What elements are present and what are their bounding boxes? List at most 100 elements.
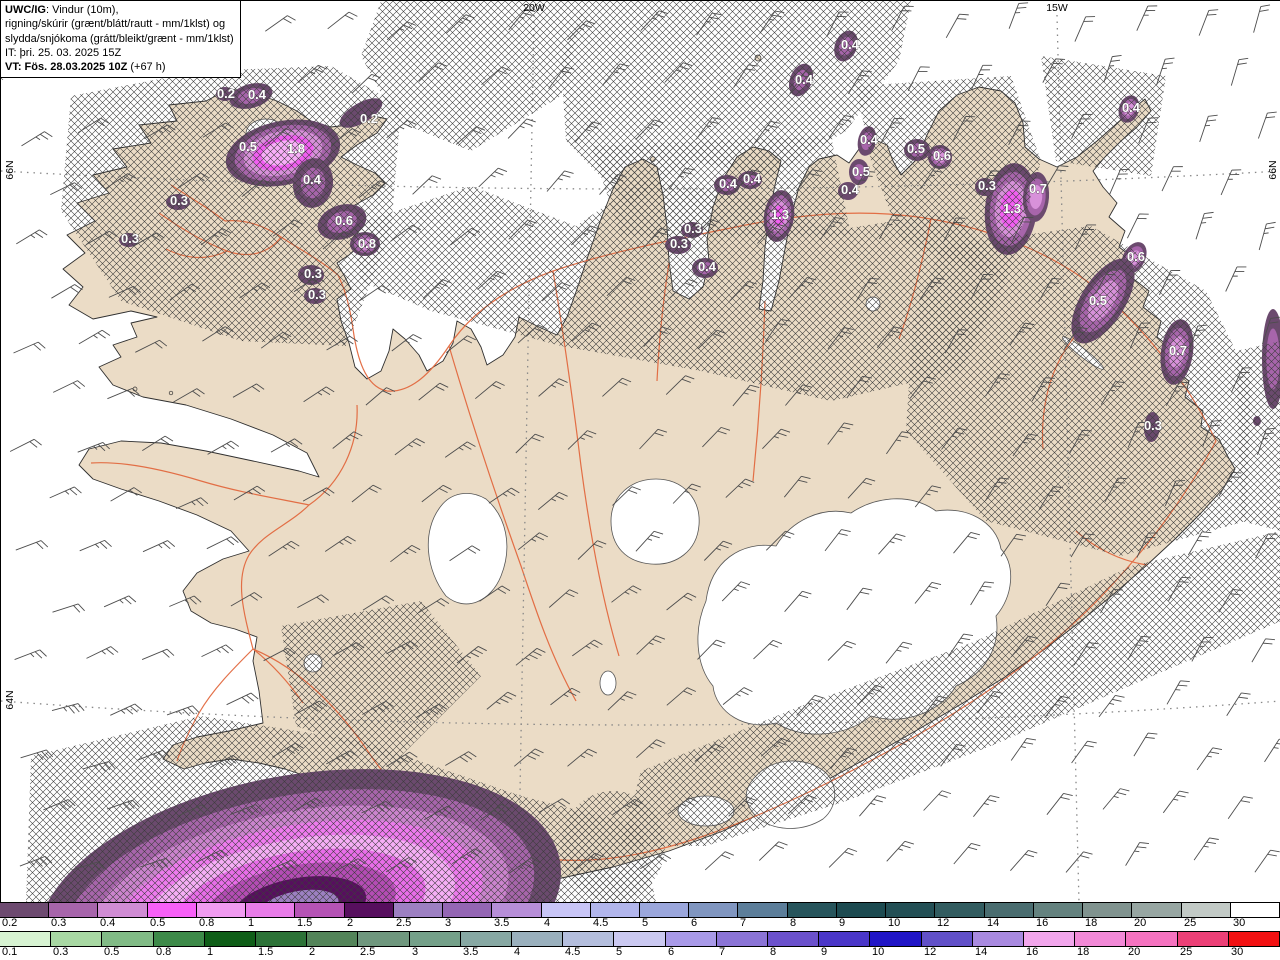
precipitation-max-label: 0.4 <box>698 259 717 274</box>
scale-cell <box>102 932 154 946</box>
scale-tick-label: 0.5 <box>104 946 120 958</box>
scale-cell <box>886 903 935 917</box>
scale-cell <box>717 932 768 946</box>
precipitation-max-label: 0.5 <box>907 141 925 156</box>
precipitation-max-label: 0.6 <box>335 213 353 228</box>
scale-tick-label: 4.5 <box>593 917 609 929</box>
scale-tick-label: 30 <box>1233 917 1246 929</box>
scale-cell <box>1231 903 1280 917</box>
scale-tick-label: 0.4 <box>100 917 116 929</box>
iceland-weather-map-svg: 0.2 0.40.21.80.40.60.80.30.30.30.3 0.30.30… <box>1 1 1280 903</box>
precipitation-max-label: 0.3 <box>170 193 188 208</box>
scale-cell <box>410 932 461 946</box>
scale-cell <box>1126 932 1178 946</box>
scale-cell <box>666 932 717 946</box>
scale-tick-label: 0.3 <box>51 917 67 929</box>
scale-cell <box>512 932 563 946</box>
scale-cell <box>922 932 973 946</box>
scale-tick-label: 2 <box>309 946 316 958</box>
scale-cell <box>1024 932 1075 946</box>
precipitation-max-label: 0.4 <box>795 72 814 87</box>
scale-tick-label: 0.8 <box>199 917 215 929</box>
scale-cell <box>461 932 512 946</box>
scale-tick-label: 0.1 <box>2 946 18 958</box>
scale-cell <box>870 932 922 946</box>
graticule-label: 20W <box>523 2 545 14</box>
scale-cell <box>768 932 819 946</box>
scale-cell <box>1083 903 1132 917</box>
precipitation-max-label: 0.2 <box>217 86 235 101</box>
scale-cell <box>640 903 689 917</box>
precipitation-max-label: 0.5 <box>852 164 870 179</box>
scale-cell <box>935 903 985 917</box>
scale-cell <box>148 903 197 917</box>
scale-cell <box>443 903 492 917</box>
scale-cell <box>0 903 49 917</box>
precipitation-max-label: 0.8 <box>358 236 376 251</box>
scale-tick-label: 8 <box>770 946 777 958</box>
scale-cell <box>154 932 205 946</box>
scale-cell <box>1034 903 1083 917</box>
scale-cell <box>307 932 358 946</box>
precipitation-max-label: 0.4 <box>1122 100 1141 115</box>
scale-cell <box>985 903 1034 917</box>
scale-cell <box>738 903 788 917</box>
title-line-1: UWC/IG: Vindur (10m), <box>5 4 119 16</box>
scale-tick-label: 1.5 <box>297 917 313 929</box>
scale-tick-label: 3.5 <box>463 946 479 958</box>
scale-tick-label: 2 <box>347 917 354 929</box>
precipitation-max-label: 1.3 <box>771 207 789 222</box>
scale-cell <box>358 932 410 946</box>
scale-cell <box>51 932 102 946</box>
scale-tick-label: 6 <box>668 946 675 958</box>
scale-tick-label: 0.5 <box>150 917 166 929</box>
graticule-label: 15W <box>1046 2 1068 14</box>
scale-tick-label: 1 <box>248 917 255 929</box>
scale-cell <box>49 903 98 917</box>
scale-tick-label: 2.5 <box>360 946 376 958</box>
graticule-label: 64N <box>4 690 16 710</box>
legend-color-scales: 0.2 0.3 0.4 0.5 0.8 1 1.5 2 2.5 3 3.5 4 4.5 5 6 7 8 9 10 12… <box>0 902 1280 960</box>
title-line-3: slydda/snjókoma (grátt/bleikt/grænt - mm… <box>5 32 234 45</box>
scale-tick-label: 1 <box>207 946 214 958</box>
scale-cell <box>1075 932 1126 946</box>
scale-tick-label: 2.5 <box>396 917 412 929</box>
scale-tick-label: 10 <box>888 917 901 929</box>
scale-cell <box>542 903 591 917</box>
scale-cell <box>819 932 870 946</box>
lake-thorisvatn <box>599 670 617 696</box>
precipitation-max-label: 1.3 <box>1003 201 1021 216</box>
rain-scale-labels: 0.1 0.3 0.5 0.8 1 1.5 2 2.5 3 3.5 4 4.5 5 6 7 8 9 10 12 14 1… <box>0 946 1280 960</box>
scale-tick-label: 25 <box>1180 946 1193 958</box>
scale-cell <box>591 903 640 917</box>
init-time: IT: þri. 25. 03. 2025 15Z <box>5 46 122 59</box>
scale-tick-label: 6 <box>691 917 698 929</box>
scale-tick-label: 9 <box>839 917 846 929</box>
precipitation-max-label: 0.2 <box>360 111 378 126</box>
scale-cell <box>1229 932 1280 946</box>
scale-tick-label: 30 <box>1231 946 1244 958</box>
scale-tick-label: 4 <box>514 946 521 958</box>
scale-cell <box>837 903 886 917</box>
scale-tick-label: 0.8 <box>156 946 172 958</box>
scale-tick-label: 0.2 <box>2 917 18 929</box>
precipitation-max-label: 0.3 <box>308 287 326 302</box>
precipitation-max-label: 0.7 <box>1169 343 1187 358</box>
scale-cell <box>345 903 394 917</box>
scale-tick-label: 4.5 <box>565 946 581 958</box>
scale-cell <box>246 903 295 917</box>
title-line-2: rigning/skúrir (grænt/blátt/rautt - mm/1… <box>5 18 226 31</box>
scale-cell <box>788 903 837 917</box>
precipitation-max-label: 0.4 <box>841 182 860 197</box>
scale-tick-label: 7 <box>740 917 747 929</box>
graticule-label: 66N <box>1267 160 1279 180</box>
iceland-weather-map: 0.2 0.4 0.2 1.8 0.4 0.6 0.8 0.3 0.3 0.3 0.3 0.3 0.3 0… <box>0 0 1280 903</box>
scale-cell <box>98 903 148 917</box>
scale-cell <box>394 903 443 917</box>
precipitation-max-label: 0.6 <box>933 148 951 163</box>
precipitation-max-label: 0.6 <box>1127 249 1145 264</box>
scale-cell <box>197 903 246 917</box>
precipitation-max-label: 0.3 <box>978 178 996 193</box>
scale-tick-label: 4 <box>544 917 551 929</box>
sleet-snow-scale-labels: 0.2 0.3 0.4 0.5 0.8 1 1.5 2 2.5 3 3.5 4 4.5 5 6 7 8 9 10 12… <box>0 917 1280 931</box>
